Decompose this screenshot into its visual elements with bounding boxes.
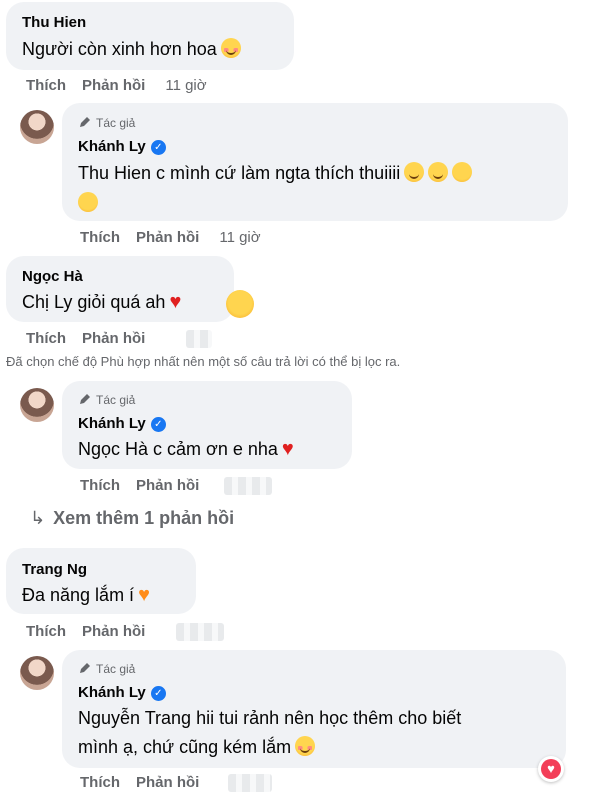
comment-actions: Thích Phản hồi [26,623,161,640]
commenter-name-text: Khánh Ly [78,138,146,155]
like-button[interactable]: Thích [80,477,120,494]
love-reaction-badge[interactable]: ♥ [538,756,564,782]
kiss-emoji-icon [452,162,473,182]
comment-text: Ngọc Hà c cảm ơn e nha ♥ [78,436,294,462]
commenter-name-text: Khánh Ly [78,415,146,432]
timestamp[interactable]: 11 giờ [219,229,260,246]
commenter-name-text: Khánh Ly [78,684,146,701]
like-button[interactable]: Thích [26,77,66,94]
comment-text-line2 [74,190,98,216]
comment-text: Thu Hien c mình cứ làm ngta thích thuiii… [78,160,473,186]
verified-badge-icon: ✓ [150,140,166,155]
like-button[interactable]: Thích [80,774,120,791]
avatar[interactable] [20,110,54,144]
commenter-name[interactable]: Trang Ng [22,561,87,578]
smiling-blush-emoji-icon [295,736,316,756]
smiling-blush-emoji-icon [220,38,241,58]
grin-emoji-icon [404,162,425,182]
heart-icon: ♥ [541,759,561,779]
comment-actions: Thích Phản hồi [80,477,215,494]
comment-text-content: Chị Ly giỏi quá ah [22,292,166,312]
like-button[interactable]: Thích [80,229,120,246]
commenter-name[interactable]: Khánh Ly ✓ [78,684,166,701]
red-heart-emoji-icon: ♥ [169,291,182,313]
comment-text-content: Nguyễn Trang hii tui rảnh nên học thêm c… [78,708,462,728]
grin-emoji-icon [428,162,449,182]
comment-text: Đa năng lắm í ♥ [22,582,150,608]
avatar[interactable] [20,388,54,422]
comment-text-content: Người còn xinh hơn hoa [22,39,217,59]
comment-actions: Thích Phản hồi [80,774,215,791]
reply-arrow-icon: ↳ [30,508,46,528]
commenter-name[interactable]: Thu Hien [22,14,86,31]
comment-text-line2: mình ạ, chứ cũng kém lắm [78,734,316,760]
reply-button[interactable]: Phản hồi [82,623,145,640]
filter-notice: Đã chọn chế độ Phù hợp nhất nên một số c… [6,354,401,369]
blurred-timestamp [228,774,272,792]
view-more-replies-link[interactable]: ↳ Xem thêm 1 phản hồi [30,508,234,529]
comment-actions: Thích Phản hồi [26,330,161,347]
blurred-timestamp [224,477,272,495]
comment-text: Người còn xinh hơn hoa [22,36,241,62]
like-button[interactable]: Thích [26,330,66,347]
verified-badge-icon: ✓ [150,417,166,432]
comment-text-content: mình ạ, chứ cũng kém lắm [78,737,292,757]
reply-button[interactable]: Phản hồi [136,477,199,494]
reply-button[interactable]: Phản hồi [82,330,145,347]
reply-button[interactable]: Phản hồi [136,774,199,791]
comment-text-content: Thu Hien c mình cứ làm ngta thích thuiii… [78,163,401,183]
blurred-timestamp [186,330,212,348]
red-heart-emoji-icon: ♥ [281,438,294,460]
blurred-timestamp [176,623,224,641]
reply-button[interactable]: Phản hồi [136,229,199,246]
timestamp[interactable]: 11 giờ [165,77,206,94]
comment-actions: Thích Phản hồi 11 giờ [26,77,223,94]
comment-text-content: Ngọc Hà c cảm ơn e nha [78,439,278,459]
author-tag: Tác giả [78,392,135,407]
avatar[interactable] [20,656,54,690]
verified-badge-icon: ✓ [150,686,166,701]
orange-heart-emoji-icon: ♥ [138,584,150,606]
hearts-face-emoji-icon [226,290,254,318]
author-tag: Tác giả [78,115,135,130]
comment-text: Chị Ly giỏi quá ah ♥ [22,289,181,315]
reply-button[interactable]: Phản hồi [82,77,145,94]
comment-text: Nguyễn Trang hii tui rảnh nên học thêm c… [78,705,461,731]
kiss-emoji-icon [78,192,98,212]
pencil-icon [80,663,90,673]
author-tag-label: Tác giả [96,116,136,130]
like-button[interactable]: Thích [26,623,66,640]
comment-text-content: Đa năng lắm í [22,585,135,605]
author-tag: Tác giả [78,661,135,676]
commenter-name[interactable]: Khánh Ly ✓ [78,415,166,432]
author-tag-label: Tác giả [96,393,136,407]
commenter-name[interactable]: Ngọc Hà [22,268,83,285]
commenter-name[interactable]: Khánh Ly ✓ [78,138,166,155]
comment-actions: Thích Phản hồi 11 giờ [80,229,277,246]
author-tag-label: Tác giả [96,662,136,676]
pencil-icon [80,117,90,127]
pencil-icon [80,394,90,404]
view-more-replies-label: Xem thêm 1 phản hồi [53,508,235,528]
